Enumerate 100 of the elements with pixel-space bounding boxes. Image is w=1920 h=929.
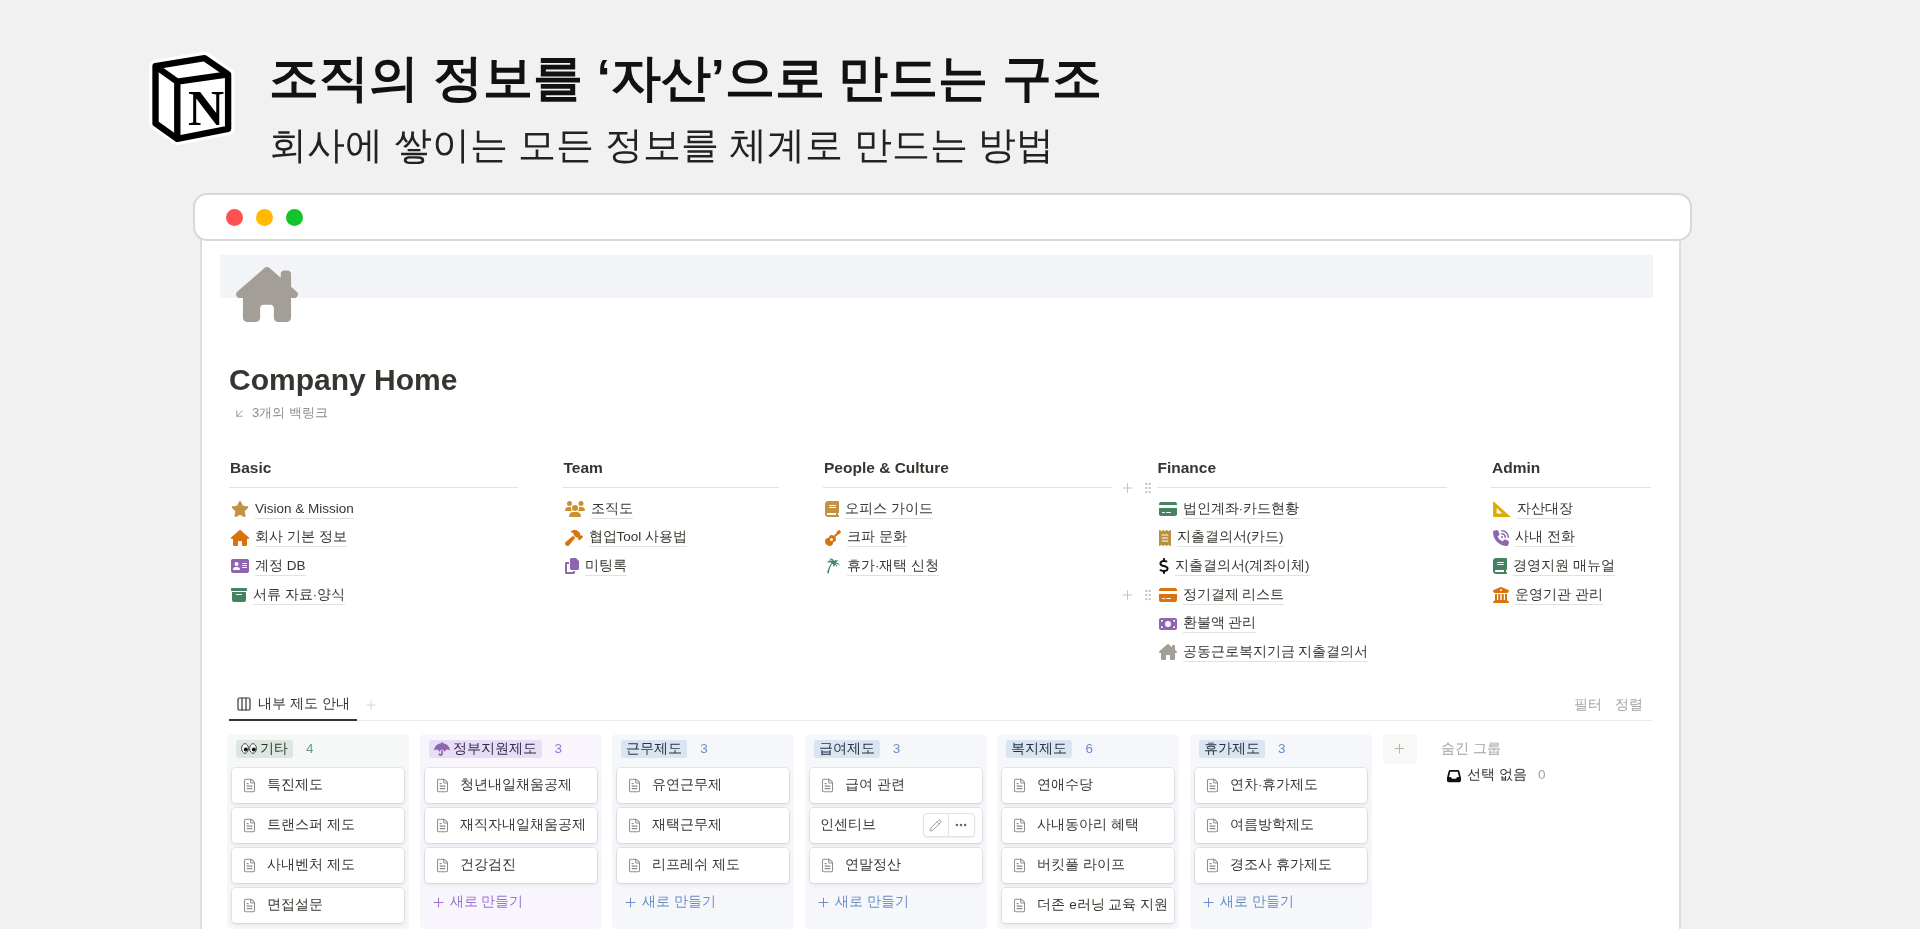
group-label: 복지제도 bbox=[1011, 739, 1068, 758]
close-button[interactable] bbox=[226, 208, 243, 226]
board-card[interactable]: 급여 관련 bbox=[809, 767, 982, 803]
pages-icon bbox=[564, 558, 579, 575]
group-label: 급여제도 bbox=[818, 739, 875, 758]
page-link[interactable]: 사내 전화 bbox=[1491, 528, 1575, 548]
group-count: 4 bbox=[306, 739, 314, 758]
page-link[interactable]: 휴가·재택 신청 bbox=[823, 557, 940, 576]
page-link[interactable]: 운영기관 관리 bbox=[1491, 585, 1603, 605]
page-link[interactable]: 법인계좌·카드현황 bbox=[1156, 499, 1299, 519]
group-label: 정부지원제도 bbox=[452, 739, 537, 758]
page-link[interactable]: Vision & Mission bbox=[229, 499, 354, 519]
document-icon bbox=[819, 776, 835, 794]
document-icon bbox=[819, 856, 835, 874]
document-icon bbox=[1012, 896, 1028, 914]
board-card[interactable]: 경조사 휴가제도 bbox=[1194, 847, 1367, 883]
people-icon bbox=[564, 501, 585, 518]
group-count: 3 bbox=[554, 739, 563, 758]
board-card[interactable]: 연차·휴가제도 bbox=[1194, 767, 1367, 803]
house-icon bbox=[1158, 644, 1177, 661]
board-card[interactable]: 연애수당 bbox=[1002, 767, 1175, 803]
new-card-button[interactable]: 새로 만들기 bbox=[424, 887, 597, 918]
hidden-groups-heading: 숨긴 그룹 bbox=[1441, 739, 1502, 758]
page-link[interactable]: 경영지원 매뉴얼 bbox=[1491, 557, 1615, 576]
section-heading: People & Culture bbox=[823, 458, 950, 478]
page-link[interactable]: 정기결제 리스트 bbox=[1156, 585, 1285, 605]
phone-icon bbox=[1493, 529, 1509, 546]
minimize-button[interactable] bbox=[256, 208, 273, 226]
board-card[interactable]: 건강검진 bbox=[424, 847, 597, 883]
page-link[interactable]: 환불액 관리 bbox=[1156, 614, 1257, 634]
group-count: 6 bbox=[1085, 739, 1093, 758]
columns-icon bbox=[236, 696, 252, 713]
page-link[interactable]: 조직도 bbox=[562, 499, 633, 519]
plus-icon bbox=[623, 895, 639, 911]
board-card[interactable]: 유연근무제 bbox=[617, 767, 790, 803]
book-icon bbox=[825, 501, 839, 518]
document-icon bbox=[627, 776, 643, 794]
document-icon bbox=[1012, 816, 1028, 834]
section-heading: Team bbox=[562, 458, 604, 478]
board-card[interactable]: 연말정산 bbox=[809, 847, 982, 883]
page-link[interactable]: 회사 기본 정보 bbox=[229, 528, 347, 548]
plus-icon bbox=[363, 697, 378, 712]
banknote-icon bbox=[1158, 615, 1177, 632]
page-link[interactable]: 공동근로복지기금 지출결의서 bbox=[1156, 642, 1369, 662]
page-link[interactable]: 지출결의서(계좌이체) bbox=[1156, 557, 1310, 576]
plus-icon bbox=[815, 895, 831, 911]
document-icon bbox=[1204, 816, 1220, 834]
plus-icon bbox=[1392, 741, 1408, 757]
board-card[interactable]: 사내벤처 제도 bbox=[232, 847, 404, 883]
view-tab[interactable]: 내부 제도 안내 bbox=[229, 689, 357, 721]
board-card[interactable]: 특진제도 bbox=[232, 767, 404, 803]
page-link[interactable]: 크파 문화 bbox=[823, 528, 907, 548]
maximize-button[interactable] bbox=[286, 208, 303, 226]
house-icon bbox=[231, 529, 249, 546]
document-icon bbox=[1204, 856, 1220, 874]
board-card[interactable]: 여름방학제도 bbox=[1194, 807, 1367, 843]
inbox-icon bbox=[1447, 768, 1462, 783]
house-icon bbox=[236, 267, 298, 322]
document-icon bbox=[242, 816, 257, 834]
document-icon bbox=[1012, 776, 1028, 794]
receipt-icon bbox=[1158, 529, 1171, 546]
page-link[interactable]: 계정 DB bbox=[229, 557, 306, 576]
page-title: Company Home bbox=[229, 362, 458, 398]
logo-letter: N bbox=[186, 79, 226, 137]
page-link[interactable]: 협업Tool 사용법 bbox=[562, 528, 688, 548]
book-icon bbox=[1493, 558, 1507, 575]
board-card[interactable]: 버킷풀 라이프 bbox=[1002, 847, 1175, 883]
document-icon bbox=[434, 816, 450, 834]
page-link[interactable]: 지출결의서(카드) bbox=[1156, 528, 1284, 548]
palm-tree-icon bbox=[825, 558, 841, 575]
credit-card-icon bbox=[1158, 587, 1177, 604]
board-card[interactable]: 인센티브 bbox=[809, 807, 982, 843]
headline: 조직의 정보를 ‘자산’으로 만드는 구조 bbox=[269, 49, 1103, 107]
group-count: 3 bbox=[892, 739, 901, 758]
guitar-icon bbox=[825, 529, 841, 546]
eyes-icon bbox=[241, 743, 257, 755]
document-icon bbox=[242, 856, 257, 874]
subheadline: 회사에 쌓이는 모든 정보를 체계로 만드는 방법 bbox=[269, 123, 1056, 167]
plus-icon bbox=[1200, 895, 1216, 911]
add-group-button[interactable] bbox=[1382, 733, 1417, 764]
board-card[interactable]: 재직자내일채움공제 bbox=[424, 807, 597, 843]
section-heading: Admin bbox=[1491, 458, 1542, 478]
board-card[interactable]: 트랜스퍼 제도 bbox=[232, 807, 404, 843]
page-link[interactable]: 미팅록 bbox=[562, 557, 627, 576]
plus-icon bbox=[430, 895, 446, 911]
board-card[interactable]: 사내동아리 혜택 bbox=[1002, 807, 1175, 843]
board-card[interactable]: 재택근무제 bbox=[617, 807, 790, 843]
document-icon bbox=[242, 896, 257, 914]
board-card[interactable]: 리프레쉬 제도 bbox=[617, 847, 790, 883]
hidden-group-item[interactable]: 선택 없음 bbox=[1447, 765, 1527, 786]
document-icon bbox=[627, 816, 643, 834]
group-count: 3 bbox=[700, 739, 708, 758]
page-link[interactable]: 오피스 가이드 bbox=[823, 499, 933, 519]
board-card[interactable]: 면접설문 bbox=[232, 887, 404, 923]
group-count: 3 bbox=[1277, 739, 1286, 758]
page-link[interactable]: 서류 자료·양식 bbox=[229, 585, 346, 605]
board-card[interactable]: 청년내일채움공제 bbox=[424, 767, 597, 803]
page-link[interactable]: 자산대장 bbox=[1491, 499, 1573, 519]
hammer-icon bbox=[564, 529, 583, 546]
board-card[interactable]: 더존 e러닝 교육 지원 bbox=[1002, 887, 1175, 923]
